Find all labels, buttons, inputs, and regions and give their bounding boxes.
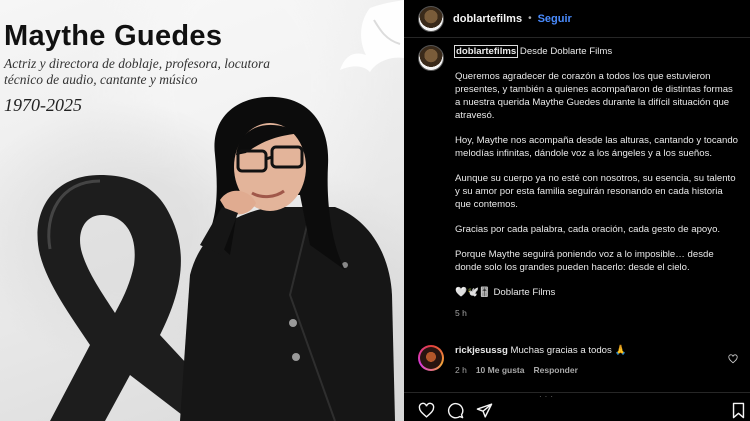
caption-body: doblartefilms Desde Doblarte Films Quere… <box>453 45 740 320</box>
comment-time[interactable]: 2 h <box>455 365 467 375</box>
caption-username[interactable]: doblartefilms <box>453 45 519 58</box>
caption-paragraph: Gracias por cada palabra, cada oración, … <box>455 224 721 235</box>
post-sidebar: doblartefilms • Seguir doblartefilms Des… <box>404 0 750 421</box>
share-icon[interactable] <box>476 402 493 419</box>
separator-dot: • <box>528 13 532 24</box>
comment-text-line: rickjesussg Muchas gracias a todos 🙏 <box>455 345 626 356</box>
post-header: doblartefilms • Seguir <box>404 0 750 38</box>
memorial-subtitle: Actriz y directora de doblaje, profesora… <box>4 56 324 88</box>
caption-timestamp[interactable]: 5 h <box>455 307 740 320</box>
avatar[interactable] <box>418 45 444 71</box>
post-image[interactable]: Maythe Guedes Actriz y directora de dobl… <box>0 0 404 421</box>
comment-likes[interactable]: 10 Me gusta <box>476 365 525 375</box>
caption-signoff: 🤍🕊️🎚️ Doblarte Films <box>455 287 556 298</box>
heart-icon[interactable] <box>728 354 738 364</box>
caption-lead: Desde Doblarte Films <box>517 46 613 57</box>
comment-body: rickjesussg Muchas gracias a todos 🙏 2 h… <box>455 345 626 375</box>
caption-head: doblartefilms Desde Doblarte Films <box>453 45 740 58</box>
comment-icon[interactable] <box>447 402 464 419</box>
comment-meta: 2 h 10 Me gusta Responder <box>455 365 626 375</box>
heart-icon[interactable] <box>418 402 435 419</box>
more-comments-indicator: ··· <box>539 392 556 401</box>
subtitle-line: Actriz y directora de doblaje, profesora… <box>4 56 270 71</box>
memorial-years: 1970-2025 <box>4 95 82 115</box>
post-viewer: Maythe Guedes Actriz y directora de dobl… <box>0 0 750 421</box>
memorial-name: Maythe Guedes <box>4 20 223 52</box>
comment-username[interactable]: rickjesussg <box>455 345 508 356</box>
comment: rickjesussg Muchas gracias a todos 🙏 2 h… <box>418 345 740 375</box>
caption-paragraph: Aunque su cuerpo ya no esté con nosotros… <box>455 173 736 210</box>
avatar[interactable] <box>418 5 444 32</box>
caption-paragraph: Hoy, Maythe nos acompaña desde las altur… <box>455 135 739 159</box>
follow-button[interactable]: Seguir <box>538 13 572 25</box>
subtitle-line: técnico de audio, cantante y músico <box>4 72 198 87</box>
portrait-photo <box>180 96 395 421</box>
avatar[interactable] <box>418 345 444 371</box>
reply-button[interactable]: Responder <box>533 365 577 375</box>
bookmark-icon[interactable] <box>731 402 746 419</box>
caption-paragraph: Queremos agradecer de corazón a todos lo… <box>455 71 733 121</box>
divider <box>404 392 750 393</box>
caption-paragraph: Porque Maythe seguirá poniendo voz a lo … <box>455 249 714 273</box>
caption: doblartefilms Desde Doblarte Films Quere… <box>418 45 740 320</box>
action-bar <box>418 402 493 419</box>
header-username[interactable]: doblartefilms <box>453 13 522 25</box>
comment-text: Muchas gracias a todos 🙏 <box>507 345 627 356</box>
avatar-image <box>420 347 442 369</box>
